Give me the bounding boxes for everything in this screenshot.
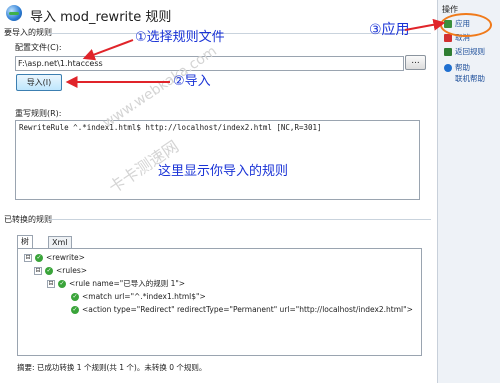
- annotation-step3: ③应用: [369, 22, 410, 38]
- actions-panel: 操作 应用 取消 返回规则 帮助 联机帮助: [437, 0, 500, 383]
- back-label: 返回规则: [455, 47, 485, 56]
- import-button[interactable]: 导入(I): [16, 74, 62, 91]
- tree-node-label: <rewrite>: [46, 253, 85, 262]
- divider: [48, 219, 431, 220]
- tree-node-match[interactable]: ✓ <match url="^.*index1.html$">: [71, 291, 206, 303]
- back-to-rules-action[interactable]: 返回规则: [444, 46, 485, 56]
- help-label: 帮助: [455, 63, 470, 72]
- tab-tree-view[interactable]: 树视图: [17, 235, 33, 270]
- check-icon: ✓: [71, 293, 79, 301]
- tree-node-label: <action type="Redirect" redirectType="Pe…: [82, 305, 413, 314]
- rewrite-rules-text: RewriteRule ^.*index1.html$ http://local…: [19, 123, 322, 132]
- collapse-icon[interactable]: ⊟: [34, 267, 42, 275]
- check-icon: ✓: [71, 306, 79, 314]
- check-icon: ✓: [58, 280, 66, 288]
- import-section-header: 要导入的规则: [4, 28, 52, 37]
- page-title: 导入 mod_rewrite 规则: [30, 10, 172, 25]
- check-icon: ✓: [45, 267, 53, 275]
- import-dialog: 导入 mod_rewrite 规则 要导入的规则 配置文件(C): F:\asp…: [0, 0, 437, 383]
- check-icon: ✓: [35, 254, 43, 262]
- back-icon: [444, 48, 452, 56]
- annotation-step2: ②导入: [173, 74, 211, 89]
- help-icon: [444, 64, 452, 72]
- cancel-icon: [444, 34, 452, 42]
- converted-section-header: 已转换的规则: [4, 215, 52, 224]
- tree-node-label: <match url="^.*index1.html$">: [82, 292, 206, 301]
- apply-highlight-circle: [440, 13, 492, 37]
- collapse-icon[interactable]: ⊟: [47, 280, 55, 288]
- tree-node-action[interactable]: ✓ <action type="Redirect" redirectType="P…: [71, 304, 413, 316]
- tab-xml-view[interactable]: Xml 视图: [48, 236, 72, 271]
- collapse-icon[interactable]: ⊟: [24, 254, 32, 262]
- rewrite-rules-label: 重写规则(R):: [15, 109, 62, 118]
- globe-icon: [6, 5, 22, 21]
- tree-node-label: <rule name="已导入的规则 1">: [69, 279, 186, 288]
- config-file-label: 配置文件(C):: [15, 43, 62, 52]
- annotation-step1: ①选择规则文件: [135, 30, 225, 45]
- browse-button[interactable]: ...: [405, 55, 426, 70]
- tree-node-label: <rules>: [56, 266, 88, 275]
- rules-tree: ⊟ ✓ <rewrite> ⊟ ✓ <rules> ⊟ ✓ <rule name="已…: [17, 248, 422, 356]
- conversion-summary: 摘要: 已成功转换 1 个规则(共 1 个)。未转换 0 个规则。: [17, 363, 207, 372]
- online-help-label: 联机帮助: [455, 74, 485, 83]
- help-action[interactable]: 帮助: [444, 62, 470, 72]
- online-help-action[interactable]: 联机帮助: [455, 73, 485, 83]
- annotation-note: 这里显示你导入的规则: [158, 164, 289, 179]
